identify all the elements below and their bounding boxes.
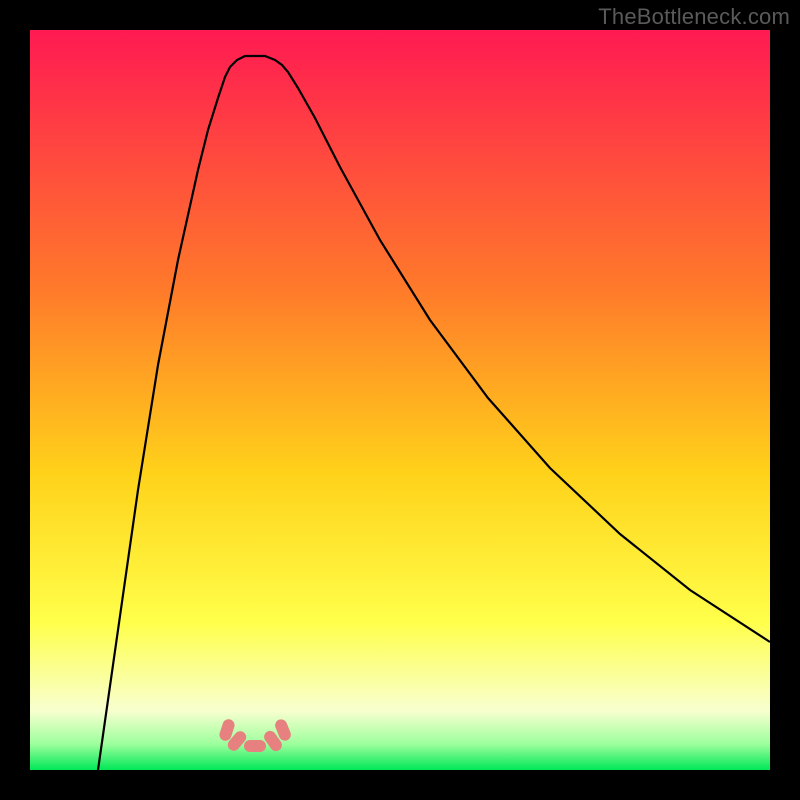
gradient-background <box>30 30 770 770</box>
chart-svg <box>30 30 770 770</box>
chart-frame <box>30 30 770 770</box>
watermark-label: TheBottleneck.com <box>598 4 790 30</box>
marker-bottom <box>244 740 266 752</box>
